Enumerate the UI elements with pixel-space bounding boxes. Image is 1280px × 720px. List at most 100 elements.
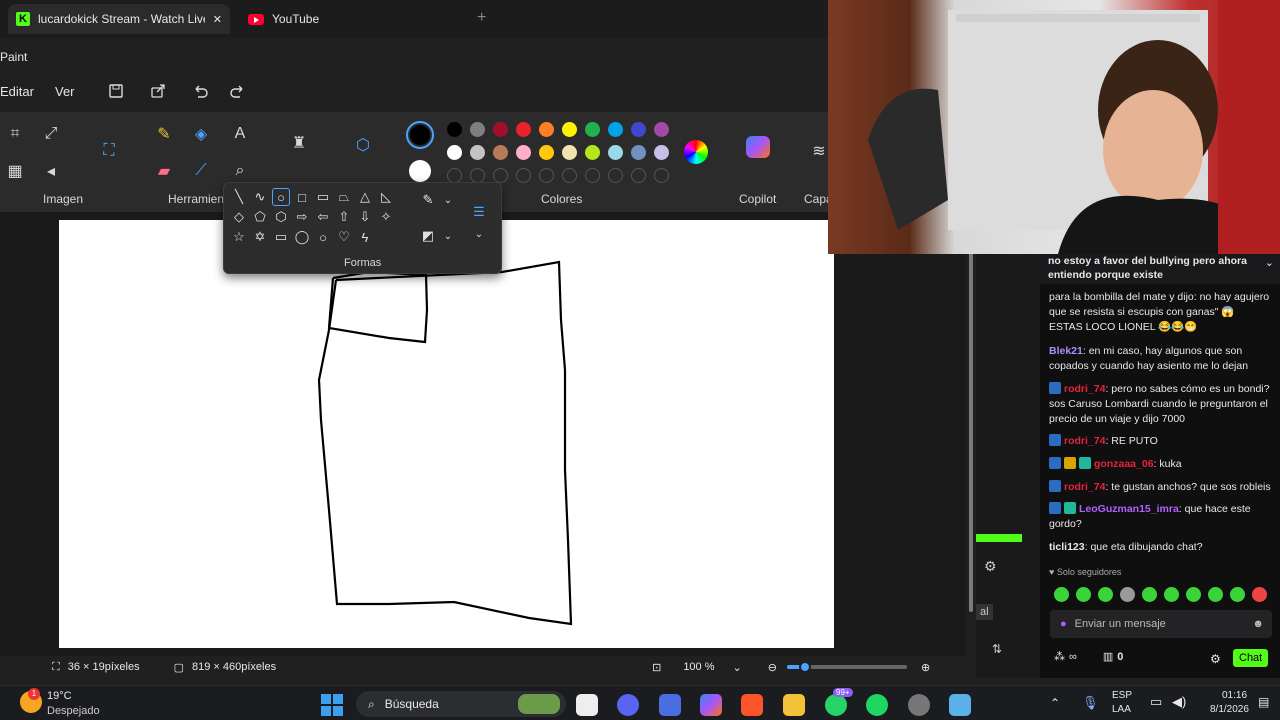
emote-icon[interactable] xyxy=(1054,587,1069,602)
crop-icon[interactable]: ⌗ xyxy=(4,123,26,145)
custom-swatch[interactable] xyxy=(608,168,623,183)
slider-icon[interactable]: ⇅ xyxy=(992,642,1002,656)
menu-ver[interactable]: Ver xyxy=(55,84,100,99)
rounded-rectangle-shape-icon[interactable]: ▭ xyxy=(314,188,332,206)
color-swatch[interactable] xyxy=(539,145,554,160)
emote-icon[interactable] xyxy=(1252,587,1267,602)
heart-shape-icon[interactable]: ♡ xyxy=(335,228,353,246)
language-bottom[interactable]: LAA xyxy=(1112,704,1131,715)
zoom-out-icon[interactable]: ⊖ xyxy=(768,661,777,674)
rotate-icon[interactable]: ◂ xyxy=(40,160,62,182)
close-tab-icon[interactable]: ✕ xyxy=(213,13,222,26)
zoom-level[interactable]: 100 % xyxy=(683,661,714,673)
image-select-icon[interactable]: ⛶ xyxy=(98,140,120,162)
color-wheel-icon[interactable] xyxy=(684,140,708,164)
six-point-star-shape-icon[interactable]: ✡ xyxy=(251,228,269,246)
select-icon[interactable]: ▦ xyxy=(4,160,26,182)
menu-editar[interactable]: Editar xyxy=(0,84,55,99)
network-icon[interactable]: ▭ xyxy=(1150,694,1162,710)
emote-icon[interactable] xyxy=(1208,587,1223,602)
username[interactable]: rodri_74 xyxy=(1064,481,1105,493)
custom-swatch[interactable] xyxy=(562,168,577,183)
primary-color-swatch[interactable] xyxy=(405,120,435,150)
pentagon-shape-icon[interactable]: ⬠ xyxy=(251,208,269,226)
copilot-app-icon[interactable] xyxy=(700,694,722,716)
tab-youtube[interactable]: YouTube xyxy=(240,4,460,34)
color-swatch[interactable] xyxy=(608,122,623,137)
color-swatch[interactable] xyxy=(516,122,531,137)
paint-app-icon[interactable] xyxy=(949,694,971,716)
custom-swatch[interactable] xyxy=(516,168,531,183)
fill-shape-icon[interactable]: ◩ xyxy=(419,227,437,245)
clock-date[interactable]: 8/1/2026 xyxy=(1210,704,1249,715)
polygon-shape-icon[interactable]: ⏢ xyxy=(335,188,353,206)
color-picker-icon[interactable]: ⟋ xyxy=(190,160,212,182)
username[interactable]: rodri_74 xyxy=(1064,383,1105,395)
new-tab-button[interactable]: + xyxy=(477,9,486,27)
clock-time[interactable]: 01:16 xyxy=(1222,690,1247,701)
chevron-down-icon[interactable]: ⌄ xyxy=(1265,256,1274,269)
emote-icon[interactable] xyxy=(1164,587,1179,602)
five-point-star-shape-icon[interactable]: ☆ xyxy=(230,228,248,246)
emoji-icon[interactable]: ☻ xyxy=(1252,618,1264,630)
username[interactable]: LeoGuzman15_imra xyxy=(1079,503,1179,515)
color-swatch[interactable] xyxy=(470,145,485,160)
gift-icon[interactable]: ▥ xyxy=(1103,650,1113,663)
shapes-icon[interactable]: ⬡ xyxy=(352,134,374,156)
chat-input[interactable]: ● Enviar un mensaje ☻ xyxy=(1050,610,1272,638)
lightning-shape-icon[interactable]: ϟ xyxy=(356,228,374,246)
color-swatch[interactable] xyxy=(631,122,646,137)
layers-icon[interactable]: ≋ xyxy=(808,140,830,162)
text-icon[interactable]: A xyxy=(229,123,251,145)
left-arrow-shape-icon[interactable]: ⇦ xyxy=(314,208,332,226)
custom-swatch[interactable] xyxy=(631,168,646,183)
copilot-icon[interactable] xyxy=(746,136,770,158)
pencil-icon[interactable]: ✎ xyxy=(153,123,175,145)
chevron-down-icon[interactable]: ⌄ xyxy=(733,661,742,674)
diamond-shape-icon[interactable]: ◇ xyxy=(230,208,248,226)
color-swatch[interactable] xyxy=(493,122,508,137)
chat-settings-icon[interactable]: ⚙ xyxy=(1210,652,1221,666)
curve-shape-icon[interactable]: ∿ xyxy=(251,188,269,206)
color-swatch[interactable] xyxy=(516,145,531,160)
notifications-icon[interactable]: ▤ xyxy=(1258,695,1269,709)
color-swatch[interactable] xyxy=(539,122,554,137)
color-swatch[interactable] xyxy=(447,122,462,137)
share-icon[interactable] xyxy=(150,83,166,99)
resize-icon[interactable]: ⤢ xyxy=(40,123,62,145)
file-explorer-app-icon[interactable] xyxy=(576,694,598,716)
outline-icon[interactable]: ✎ xyxy=(419,191,437,209)
eraser-icon[interactable]: ▰ xyxy=(153,160,175,182)
chevron-up-icon[interactable]: ⌃ xyxy=(1050,696,1060,710)
app-icon[interactable] xyxy=(659,694,681,716)
vertical-scrollbar[interactable] xyxy=(966,212,976,656)
down-arrow-shape-icon[interactable]: ⇩ xyxy=(356,208,374,226)
undo-icon[interactable] xyxy=(192,83,208,99)
settings-icon[interactable]: ⚙ xyxy=(984,558,997,575)
triangle-shape-icon[interactable]: △ xyxy=(356,188,374,206)
color-swatch[interactable] xyxy=(585,122,600,137)
color-swatch[interactable] xyxy=(470,122,485,137)
username[interactable]: rodri_74 xyxy=(1064,435,1105,447)
custom-swatch[interactable] xyxy=(470,168,485,183)
rect-callout-shape-icon[interactable]: ▭ xyxy=(272,228,290,246)
folder-app-icon[interactable] xyxy=(783,694,805,716)
emote-icon[interactable] xyxy=(1142,587,1157,602)
brushes-icon[interactable]: ♜ xyxy=(288,132,310,154)
custom-swatch[interactable] xyxy=(447,168,462,183)
volume-icon[interactable]: ◀) xyxy=(1172,694,1186,710)
rectangle-shape-icon[interactable]: □ xyxy=(293,188,311,206)
custom-swatch[interactable] xyxy=(539,168,554,183)
magnifier-icon[interactable]: ⌕ xyxy=(229,160,251,182)
color-swatch[interactable] xyxy=(654,122,669,137)
oval-callout-shape-icon[interactable]: ◯ xyxy=(293,228,311,246)
color-swatch[interactable] xyxy=(562,145,577,160)
fit-icon[interactable]: ⊡ xyxy=(652,661,661,674)
brave-app-icon[interactable] xyxy=(741,694,763,716)
color-swatch[interactable] xyxy=(447,145,462,160)
microphone-icon[interactable]: 🎙 xyxy=(1082,695,1099,711)
right-triangle-shape-icon[interactable]: ◺ xyxy=(377,188,395,206)
emote-icon[interactable] xyxy=(1120,587,1135,602)
color-swatch[interactable] xyxy=(493,145,508,160)
whatsapp-app-icon[interactable] xyxy=(825,694,847,716)
